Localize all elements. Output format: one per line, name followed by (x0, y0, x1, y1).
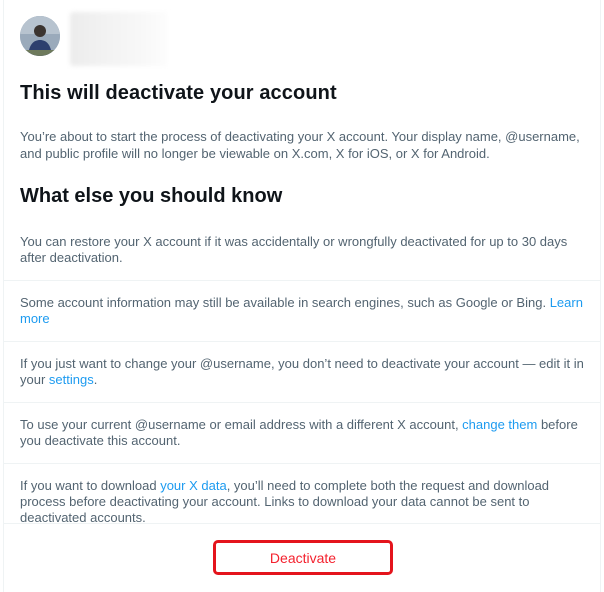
section-title: What else you should know (20, 185, 283, 207)
info-item-restore: You can restore your X account if it was… (4, 220, 600, 280)
intro-text: You’re about to start the process of dea… (20, 129, 580, 161)
action-footer: Deactivate (4, 523, 600, 592)
blurred-display-name (70, 12, 168, 66)
info-item-text-after: . (93, 372, 98, 387)
info-item-text: You can restore your X account if it was… (20, 234, 568, 265)
info-item-text: Some account information may still be av… (20, 295, 550, 310)
page-title: This will deactivate your account (20, 82, 337, 104)
info-item-change-username: If you just want to change your @usernam… (4, 341, 600, 402)
info-item-text: To use your current @username or email a… (20, 417, 463, 432)
avatar-photo-icon (20, 16, 60, 56)
info-item-search-engines: Some account information may still be av… (4, 280, 600, 341)
info-item-text: If you want to download (20, 478, 161, 493)
account-header (4, 0, 600, 78)
info-list: You can restore your X account if it was… (4, 220, 600, 540)
your-x-data-link[interactable]: your X data (160, 478, 227, 493)
info-item-text: If you just want to change your @usernam… (20, 356, 584, 387)
change-them-link[interactable]: change them (462, 417, 537, 432)
user-avatar[interactable] (20, 16, 60, 56)
info-item-reuse-username: To use your current @username or email a… (4, 402, 600, 463)
settings-link[interactable]: settings (49, 372, 94, 387)
deactivate-button[interactable]: Deactivate (213, 540, 393, 575)
deactivate-account-page: This will deactivate your account You’re… (3, 0, 601, 592)
